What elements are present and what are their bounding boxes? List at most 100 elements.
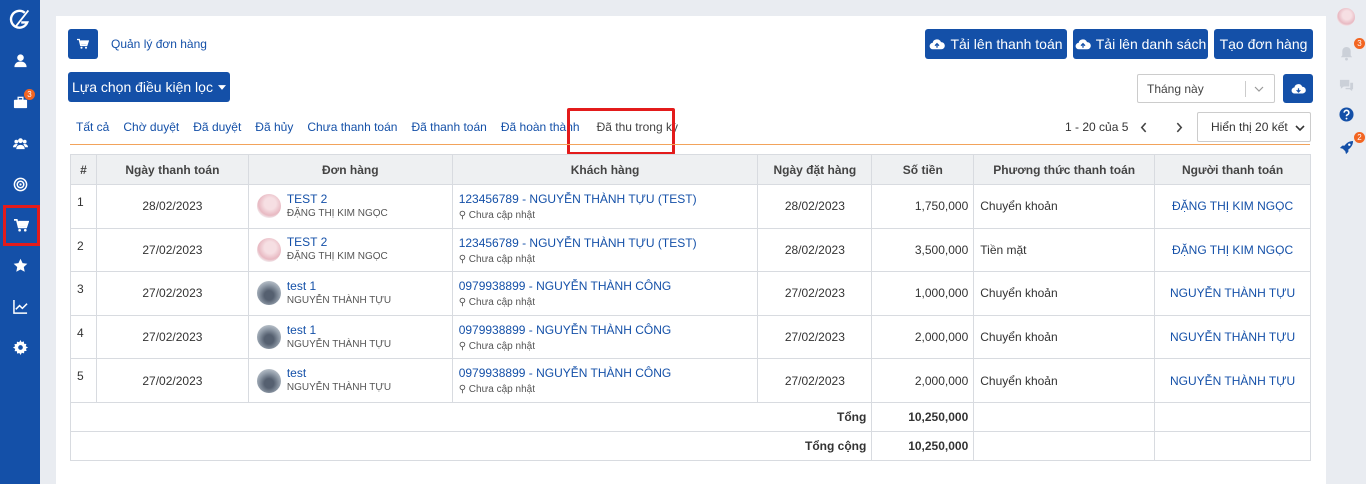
tab-cancelled[interactable]: Đã hủy — [248, 120, 300, 144]
chevron-down-icon — [1295, 125, 1305, 131]
table-row: 1 28/02/2023 TEST 2 ĐẶNG THỊ KIM NGỌC 123… — [70, 184, 1311, 229]
payment-date: 27/02/2023 — [95, 271, 249, 316]
bell-badge: 3 — [1354, 38, 1365, 49]
subtotal-amount: 10,250,000 — [871, 401, 975, 432]
table-row: 2 27/02/2023 TEST 2 ĐẶNG THỊ KIM NGỌC 123… — [70, 227, 1311, 273]
rocket-icon[interactable]: 2 — [1326, 132, 1366, 162]
customer-cell: 123456789 - NGUYỄN THÀNH TỰU (TEST) ⚲ Chư… — [451, 227, 759, 273]
payment-method: Chuyển khoản — [973, 271, 1156, 316]
order-cell: test 1 NGUYỄN THÀNH TỰU — [247, 271, 453, 316]
target-icon[interactable] — [0, 164, 40, 204]
order-owner: NGUYỄN THÀNH TỰU — [286, 338, 392, 350]
table-row: 3 27/02/2023 test 1 NGUYỄN THÀNH TỰU 0979… — [70, 271, 1311, 316]
filter-label: Lựa chọn điều kiện lọc — [72, 79, 213, 95]
tab-unpaid[interactable]: Chưa thanh toán — [300, 120, 404, 144]
payment-date: 27/02/2023 — [95, 227, 249, 273]
customer-link[interactable]: 0979938899 - NGUYỄN THÀNH CÔNG — [459, 366, 758, 380]
cart-icon — [14, 219, 29, 232]
payment-date: 28/02/2023 — [95, 184, 249, 229]
table-row: 4 27/02/2023 test 1 NGUYỄN THÀNH TỰU 0979… — [70, 314, 1311, 360]
logo-icon[interactable] — [0, 0, 40, 40]
tab-underline — [70, 144, 1310, 145]
main-card: Quản lý đơn hàng Tải lên thanh toán Tải … — [56, 16, 1326, 484]
breadcrumb[interactable]: Quản lý đơn hàng — [111, 37, 207, 51]
col-header: # — [70, 154, 97, 185]
chart-line-icon[interactable] — [0, 286, 40, 326]
order-link[interactable]: TEST 2 — [287, 235, 388, 249]
customer-link[interactable]: 0979938899 - NGUYỄN THÀNH CÔNG — [459, 279, 758, 293]
tab-approved[interactable]: Đã duyệt — [186, 120, 248, 144]
highlight-box — [567, 108, 675, 155]
payer-link[interactable]: NGUYỄN THÀNH TỰU — [1154, 358, 1311, 403]
payment-method: Tiền mặt — [973, 227, 1156, 273]
customer-cell: 0979938899 - NGUYỄN THÀNH CÔNG ⚲ Chưa cập… — [451, 358, 759, 403]
payer-link[interactable]: NGUYỄN THÀNH TỰU — [1154, 314, 1311, 360]
total-row: Tổng cộng 10,250,000 — [69, 430, 1311, 461]
order-link[interactable]: test — [287, 366, 391, 380]
cloud-download-button[interactable] — [1283, 74, 1313, 103]
amount: 2,000,000 — [871, 358, 975, 403]
col-header: Đơn hàng — [247, 154, 453, 185]
subtotal-row: Tổng 10,250,000 — [69, 401, 1311, 432]
customer-address: Chưa cập nhật — [468, 210, 535, 221]
per-page-select[interactable]: Hiển thị 20 kết — [1197, 112, 1311, 142]
order-cell: test NGUYỄN THÀNH TỰU — [247, 358, 453, 403]
order-link[interactable]: test 1 — [287, 323, 391, 337]
empty-cell — [1154, 430, 1311, 461]
cart-nav-item[interactable] — [3, 205, 40, 246]
total-label: Tổng cộng — [69, 430, 873, 461]
col-header: Ngày thanh toán — [95, 154, 249, 185]
upload-list-button[interactable]: Tải lên danh sách — [1073, 29, 1208, 59]
empty-cell — [973, 430, 1156, 461]
table-row: 5 27/02/2023 test NGUYỄN THÀNH TỰU 097993… — [70, 358, 1311, 403]
avatar — [256, 237, 281, 262]
tab-paid[interactable]: Đã thanh toán — [404, 120, 493, 144]
payer-link[interactable]: NGUYỄN THÀNH TỰU — [1154, 271, 1311, 316]
cart-icon — [77, 38, 89, 49]
tab-pending[interactable]: Chờ duyệt — [116, 120, 186, 144]
payment-date: 27/02/2023 — [95, 358, 249, 403]
customer-link[interactable]: 0979938899 - NGUYỄN THÀNH CÔNG — [459, 323, 758, 337]
users-icon[interactable] — [0, 123, 40, 163]
filter-button[interactable]: Lựa chọn điều kiện lọc — [68, 72, 230, 102]
cloud-download-icon — [1291, 83, 1306, 94]
avatar — [256, 325, 281, 350]
customer-link[interactable]: 123456789 - NGUYỄN THÀNH TỰU (TEST) — [459, 236, 758, 250]
upload-payment-button[interactable]: Tải lên thanh toán — [925, 29, 1067, 59]
col-header: Ngày đặt hàng — [757, 154, 873, 185]
period-value: Tháng này — [1147, 81, 1204, 96]
cloud-upload-icon — [930, 38, 946, 49]
chevron-right-icon — [1176, 122, 1182, 132]
settings-icon[interactable] — [0, 327, 40, 367]
row-number: 2 — [70, 227, 97, 273]
customer-address: Chưa cập nhật — [468, 253, 535, 265]
payer-link[interactable]: ĐẶNG THỊ KIM NGỌC — [1154, 227, 1311, 273]
comments-icon[interactable] — [1326, 70, 1366, 100]
briefcase-badge: 3 — [24, 89, 35, 100]
briefcase-icon[interactable]: 3 — [0, 82, 40, 122]
order-link[interactable]: test 1 — [287, 279, 391, 293]
cart-button[interactable] — [68, 29, 98, 59]
payer-link[interactable]: ĐẶNG THỊ KIM NGỌC — [1154, 184, 1311, 229]
order-link[interactable]: TEST 2 — [287, 192, 388, 206]
table-header-row: # Ngày thanh toán Đơn hàng Khách hàng Ng… — [70, 154, 1311, 185]
map-marker-icon: ⚲ — [458, 297, 467, 309]
prev-page-button[interactable] — [1136, 118, 1150, 136]
tab-all[interactable]: Tất cả — [69, 120, 116, 144]
customer-cell: 0979938899 - NGUYỄN THÀNH CÔNG ⚲ Chưa cập… — [451, 314, 759, 360]
bell-icon[interactable]: 3 — [1326, 38, 1366, 68]
period-select[interactable]: Tháng này — [1137, 74, 1275, 103]
customer-link[interactable]: 123456789 - NGUYỄN THÀNH TỰU (TEST) — [459, 192, 758, 206]
divider — [1245, 81, 1246, 97]
star-icon[interactable] — [0, 245, 40, 285]
map-marker-icon: ⚲ — [458, 253, 467, 265]
order-owner: NGUYỄN THÀNH TỰU — [286, 382, 392, 394]
per-page-value: Hiển thị 20 kết — [1211, 120, 1288, 134]
create-order-button[interactable]: Tạo đơn hàng — [1214, 29, 1313, 59]
user-avatar[interactable] — [1326, 2, 1366, 32]
user-icon[interactable] — [0, 40, 40, 80]
order-cell: TEST 2 ĐẶNG THỊ KIM NGỌC — [247, 227, 453, 273]
sidebar: 3 — [0, 0, 40, 484]
help-icon[interactable] — [1326, 99, 1366, 129]
next-page-button[interactable] — [1172, 118, 1186, 136]
